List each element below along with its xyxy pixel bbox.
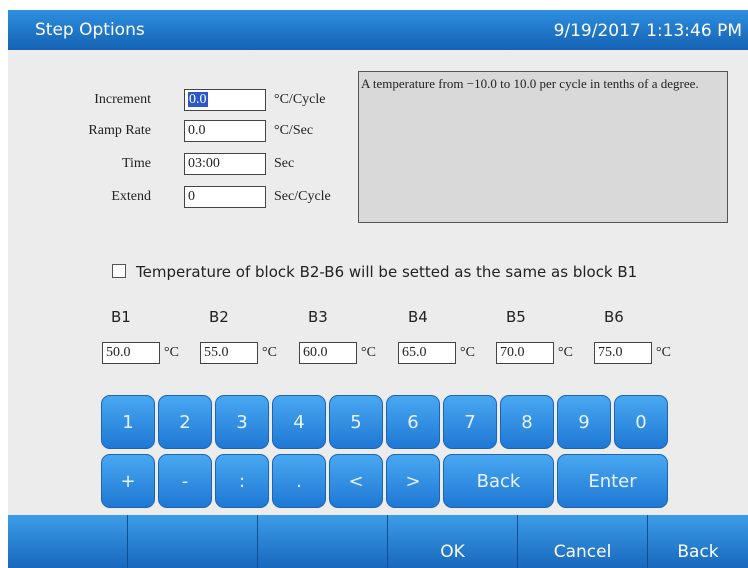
key-dot[interactable]: .	[272, 454, 326, 508]
block-b1-label: B1	[111, 308, 131, 326]
key-right-arrow[interactable]: >	[386, 454, 440, 508]
block-b2-field[interactable]: 55.0	[200, 342, 258, 364]
same-as-b1-label: Temperature of block B2-B6 will be sette…	[136, 263, 638, 281]
ok-button[interactable]: OK	[388, 515, 518, 568]
block-b4-unit: °C	[460, 345, 475, 360]
block-b3-unit: °C	[361, 345, 376, 360]
time-unit: Sec	[274, 156, 295, 171]
increment-label: Increment	[94, 92, 151, 107]
key-2[interactable]: 2	[158, 395, 212, 449]
key-7[interactable]: 7	[443, 395, 497, 449]
bottom-blank-3	[258, 515, 388, 568]
block-b1-field[interactable]: 50.0	[102, 342, 160, 364]
same-as-b1-row[interactable]: Temperature of block B2-B6 will be sette…	[112, 263, 637, 281]
block-b1-unit: °C	[164, 345, 179, 360]
block-b6-unit: °C	[656, 345, 671, 360]
key-3[interactable]: 3	[215, 395, 269, 449]
increment-unit: °C/Cycle	[274, 92, 326, 107]
block-b4-label: B4	[408, 308, 428, 326]
key-9[interactable]: 9	[557, 395, 611, 449]
key-colon[interactable]: :	[215, 454, 269, 508]
key-5[interactable]: 5	[329, 395, 383, 449]
step-options-screen: Step Options 9/19/2017 1:13:46 PM Increm…	[8, 10, 748, 568]
block-b2-label: B2	[209, 308, 229, 326]
datetime-display: 9/19/2017 1:13:46 PM	[553, 21, 742, 41]
ramp-rate-unit: °C/Sec	[274, 123, 314, 138]
ramp-rate-field[interactable]: 0.0	[184, 120, 266, 142]
ramp-rate-label: Ramp Rate	[88, 123, 151, 138]
block-b5-field[interactable]: 70.0	[496, 342, 554, 364]
cancel-button[interactable]: Cancel	[518, 515, 648, 568]
key-plus[interactable]: +	[101, 454, 155, 508]
block-b6-label: B6	[604, 308, 624, 326]
block-b5-unit: °C	[558, 345, 573, 360]
extend-label: Extend	[111, 189, 151, 204]
extend-unit: Sec/Cycle	[274, 189, 331, 204]
help-text-box: A temperature from −10.0 to 10.0 per cyc…	[358, 71, 728, 223]
key-6[interactable]: 6	[386, 395, 440, 449]
key-0[interactable]: 0	[614, 395, 668, 449]
bottom-blank-2	[128, 515, 258, 568]
block-b3-label: B3	[308, 308, 328, 326]
bottom-bar: OK Cancel Back	[8, 515, 748, 568]
page-title: Step Options	[35, 20, 145, 40]
same-as-b1-checkbox[interactable]	[112, 264, 126, 278]
key-left-arrow[interactable]: <	[329, 454, 383, 508]
time-label: Time	[121, 156, 151, 171]
key-1[interactable]: 1	[101, 395, 155, 449]
block-b5-label: B5	[506, 308, 526, 326]
block-b3-field[interactable]: 60.0	[299, 342, 357, 364]
block-b2-unit: °C	[262, 345, 277, 360]
block-b6-field[interactable]: 75.0	[594, 342, 652, 364]
time-field[interactable]: 03:00	[184, 153, 266, 175]
key-enter[interactable]: Enter	[557, 454, 668, 508]
key-back[interactable]: Back	[443, 454, 554, 508]
key-4[interactable]: 4	[272, 395, 326, 449]
increment-field[interactable]: 0.0	[184, 89, 266, 111]
block-b4-field[interactable]: 65.0	[398, 342, 456, 364]
key-8[interactable]: 8	[500, 395, 554, 449]
key-minus[interactable]: -	[158, 454, 212, 508]
back-button[interactable]: Back	[648, 515, 748, 568]
title-bar: Step Options 9/19/2017 1:13:46 PM	[8, 10, 748, 50]
bottom-blank-1	[8, 515, 128, 568]
extend-field[interactable]: 0	[184, 186, 266, 208]
